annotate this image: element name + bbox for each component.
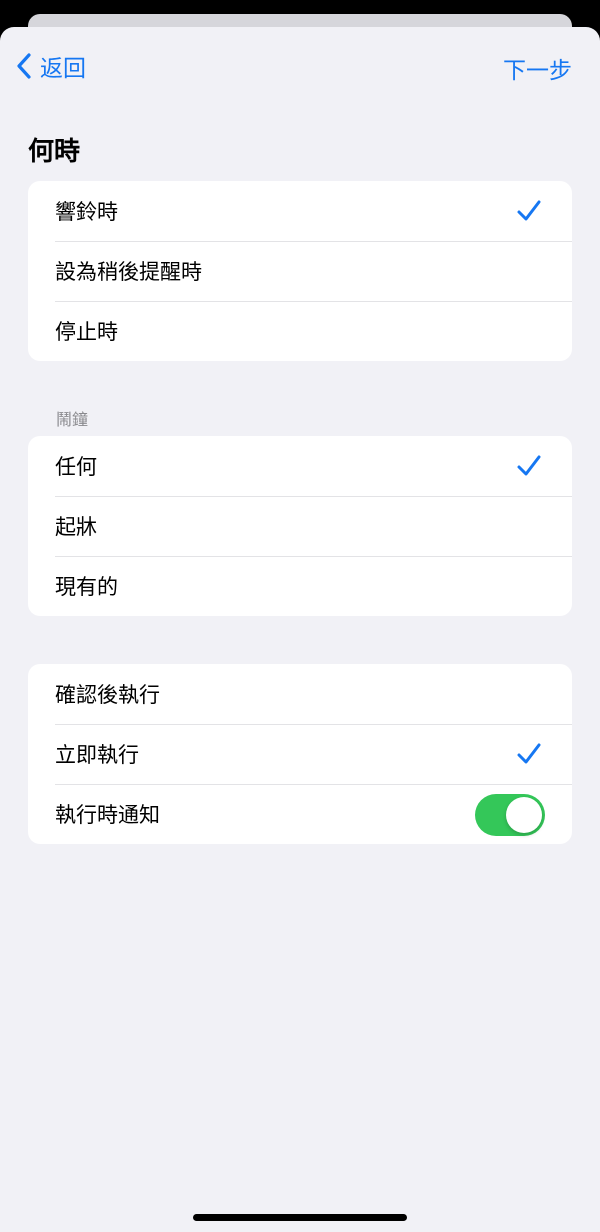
checkmark-icon bbox=[517, 200, 541, 221]
option-when-ringing[interactable]: 響鈴時 bbox=[28, 181, 572, 241]
notify-toggle[interactable] bbox=[475, 794, 545, 836]
option-alarm-existing[interactable]: 現有的 bbox=[28, 556, 572, 616]
automation-sheet: 返回 下一步 何時 響鈴時 設為稍後提醒時 停止時 鬧鐘 任何 起牀 現有的 確… bbox=[0, 27, 600, 1232]
back-button[interactable]: 返回 bbox=[16, 51, 86, 82]
run-options-card: 確認後執行 立即執行 執行時通知 bbox=[28, 664, 572, 844]
option-alarm-any[interactable]: 任何 bbox=[28, 436, 572, 496]
option-label: 起牀 bbox=[55, 515, 97, 539]
option-when-stopped[interactable]: 停止時 bbox=[28, 301, 572, 361]
option-label: 任何 bbox=[55, 455, 97, 479]
notify-when-run-row: 執行時通知 bbox=[28, 784, 572, 844]
option-label: 設為稍後提醒時 bbox=[55, 260, 202, 284]
option-label: 現有的 bbox=[55, 575, 118, 599]
section-title: 何時 bbox=[28, 137, 81, 167]
home-indicator bbox=[193, 1214, 407, 1221]
chevron-left-icon bbox=[17, 53, 31, 79]
alarm-group-label: 鬧鐘 bbox=[56, 410, 89, 429]
option-when-snoozed[interactable]: 設為稍後提醒時 bbox=[28, 241, 572, 301]
alarm-options-card: 任何 起牀 現有的 bbox=[28, 436, 572, 616]
option-label: 確認後執行 bbox=[55, 683, 160, 707]
next-button[interactable]: 下一步 bbox=[503, 51, 572, 85]
option-run-after-confirm[interactable]: 確認後執行 bbox=[28, 664, 572, 724]
checkmark-icon bbox=[517, 455, 541, 476]
checkmark-icon bbox=[517, 743, 541, 764]
toggle-knob bbox=[506, 797, 542, 833]
option-alarm-wake-up[interactable]: 起牀 bbox=[28, 496, 572, 556]
notify-label: 執行時通知 bbox=[55, 803, 160, 827]
option-label: 立即執行 bbox=[55, 743, 139, 767]
when-options-card: 響鈴時 設為稍後提醒時 停止時 bbox=[28, 181, 572, 361]
option-label: 停止時 bbox=[55, 320, 118, 344]
navigation-bar: 返回 下一步 bbox=[0, 27, 600, 105]
back-label: 返回 bbox=[40, 56, 86, 82]
option-label: 響鈴時 bbox=[55, 200, 118, 224]
option-run-immediately[interactable]: 立即執行 bbox=[28, 724, 572, 784]
